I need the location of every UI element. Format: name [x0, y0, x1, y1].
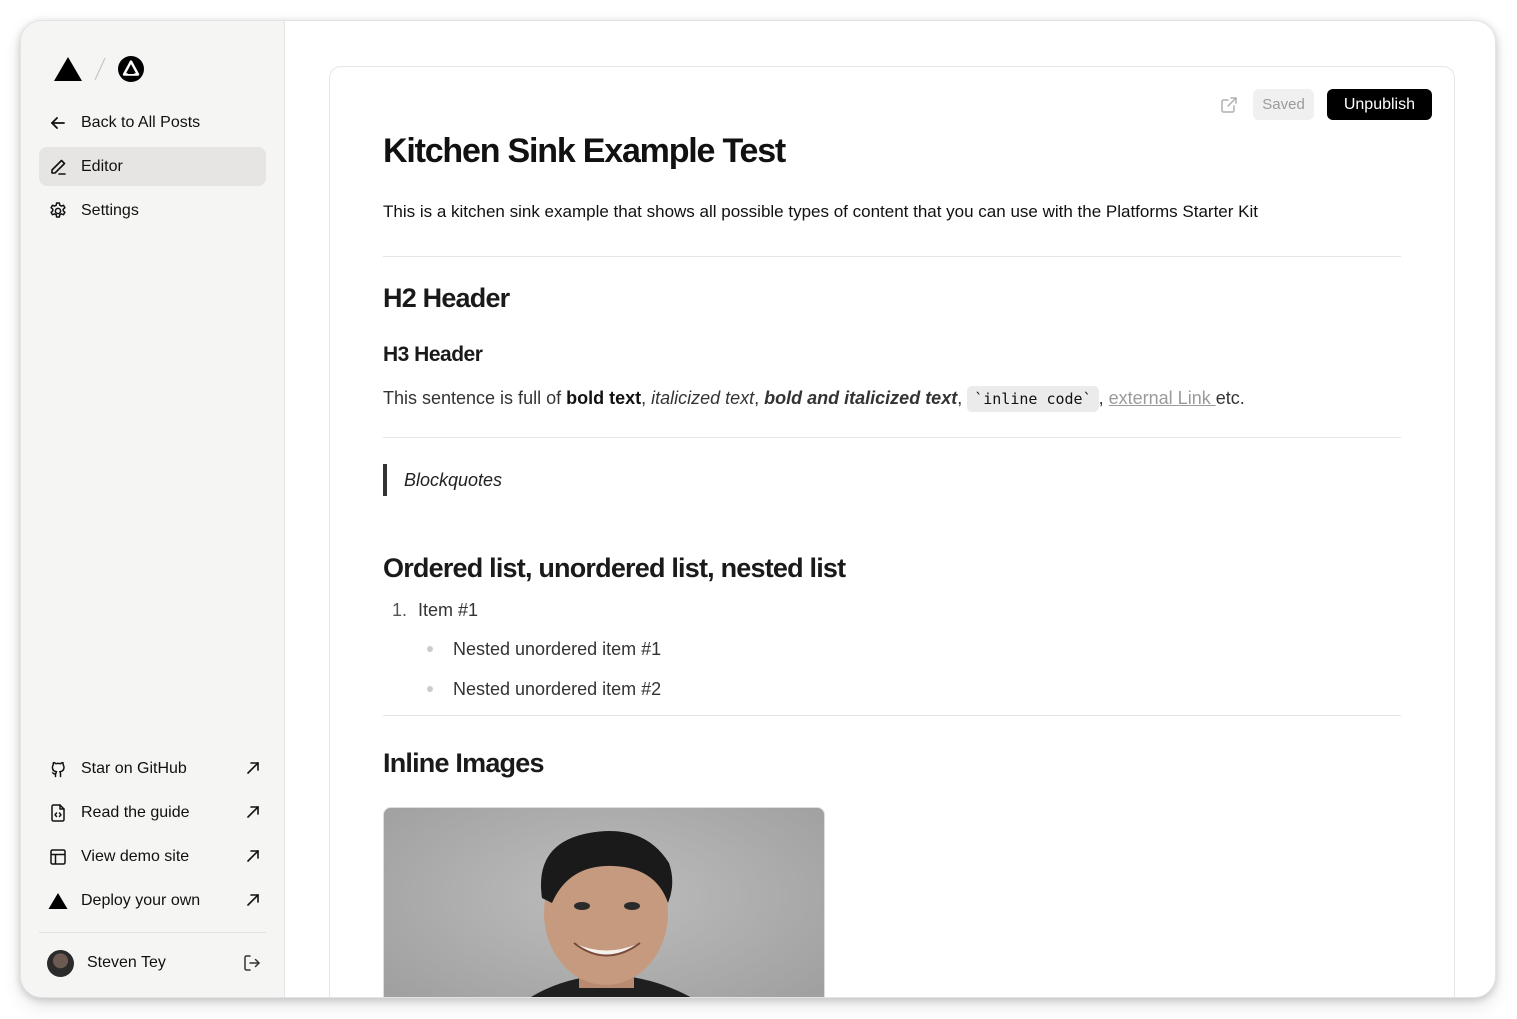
- post-title[interactable]: Kitchen Sink Example Test: [383, 129, 1401, 173]
- nested-list-item[interactable]: Nested unordered item #2: [383, 677, 1401, 701]
- sidebar-link-guide[interactable]: Read the guide: [39, 793, 266, 832]
- slash-divider-icon: [94, 57, 106, 81]
- h2-header[interactable]: H2 Header: [383, 281, 1401, 315]
- sentence-prefix: This sentence is full of: [383, 388, 567, 408]
- logout-icon[interactable]: [242, 953, 262, 973]
- images-heading[interactable]: Inline Images: [383, 746, 1401, 780]
- editor-card: Saved Unpublish Kitchen Sink Example Tes…: [329, 66, 1455, 997]
- pen-icon: [48, 157, 68, 177]
- sidebar-link-label: Deploy your own: [81, 891, 201, 909]
- portrait-photo: [384, 808, 824, 997]
- lists-heading[interactable]: Ordered list, unordered list, nested lis…: [383, 551, 1401, 585]
- inline-code: `inline code`: [967, 386, 1099, 412]
- bold-italic-text: bold and italicized text: [764, 388, 958, 408]
- sidebar-link-github[interactable]: Star on GitHub: [39, 749, 266, 788]
- formatted-sentence[interactable]: This sentence is full of bold text, ital…: [383, 385, 1401, 412]
- h3-header[interactable]: H3 Header: [383, 341, 1401, 369]
- sidebar-link-label: Read the guide: [81, 803, 190, 821]
- external-link[interactable]: external Link: [1109, 388, 1216, 408]
- platforms-circle-logo[interactable]: [117, 55, 145, 83]
- arrow-up-right-icon: [247, 762, 259, 774]
- user-profile[interactable]: Steven Tey: [47, 948, 266, 978]
- arrow-up-right-icon: [247, 894, 259, 906]
- sentence-separator: ,: [957, 388, 968, 408]
- inline-image[interactable]: [383, 807, 825, 997]
- editor-toolbar: Saved Unpublish: [1219, 89, 1432, 120]
- vercel-triangle-logo[interactable]: [53, 56, 83, 82]
- arrow-up-right-icon: [247, 806, 259, 818]
- sentence-separator: ,: [754, 388, 765, 408]
- list-item-text: Item #1: [418, 599, 479, 620]
- layout-icon: [48, 847, 68, 867]
- sidebar-link-demo[interactable]: View demo site: [39, 837, 266, 876]
- list-item-text: Nested unordered item #1: [453, 638, 662, 659]
- sidebar-link-deploy[interactable]: Deploy your own: [39, 881, 266, 920]
- horizontal-rule: [383, 437, 1401, 438]
- arrow-left-icon: [48, 113, 68, 133]
- blockquote[interactable]: Blockquotes: [383, 464, 1401, 496]
- sidebar-item-label: Editor: [81, 157, 123, 175]
- bullet-icon: [427, 646, 433, 652]
- gear-icon: [48, 201, 68, 221]
- user-name: Steven Tey: [87, 954, 166, 971]
- sidebar-item-label: Settings: [81, 201, 139, 219]
- unpublish-button[interactable]: Unpublish: [1326, 89, 1432, 120]
- sidebar-link-label: View demo site: [81, 847, 190, 865]
- github-icon: [48, 759, 68, 779]
- sidebar-item-settings[interactable]: Settings: [39, 191, 266, 230]
- bold-text: bold text: [566, 388, 642, 408]
- sidebar-link-label: Star on GitHub: [81, 759, 187, 777]
- post-description[interactable]: This is a kitchen sink example that show…: [383, 201, 1401, 223]
- sidebar-nav: Back to All Posts Editor Settings: [39, 103, 266, 235]
- sidebar: Back to All Posts Editor Settings Star o…: [21, 21, 285, 997]
- sidebar-item-editor[interactable]: Editor: [39, 147, 266, 186]
- app-window: Back to All Posts Editor Settings Star o…: [20, 20, 1496, 998]
- nested-list-item[interactable]: Nested unordered item #1: [383, 637, 1401, 661]
- arrow-up-right-icon: [247, 850, 259, 862]
- external-open-icon[interactable]: [1219, 95, 1239, 115]
- list-item-text: Nested unordered item #2: [453, 678, 662, 699]
- saved-status-badge: Saved: [1253, 89, 1314, 120]
- sentence-suffix: etc.: [1215, 388, 1245, 408]
- sidebar-divider: [39, 932, 266, 933]
- italic-text: italicized text: [651, 388, 755, 408]
- sentence-separator: ,: [641, 388, 652, 408]
- sentence-separator: ,: [1098, 388, 1109, 408]
- bullet-icon: [427, 686, 433, 692]
- list-number: 1.: [392, 599, 408, 620]
- file-code-icon: [48, 803, 68, 823]
- triangle-icon: [48, 891, 68, 911]
- sidebar-item-label: Back to All Posts: [81, 113, 201, 131]
- avatar[interactable]: [47, 949, 74, 977]
- sidebar-links: Star on GitHub Read the guide View demo …: [39, 749, 266, 925]
- main-area: Saved Unpublish Kitchen Sink Example Tes…: [285, 21, 1495, 997]
- horizontal-rule: [383, 256, 1401, 257]
- logo-group: [53, 55, 145, 83]
- editor-content[interactable]: Kitchen Sink Example Test This is a kitc…: [383, 129, 1401, 997]
- ordered-list-item[interactable]: 1. Item #1: [383, 598, 1401, 622]
- horizontal-rule: [383, 715, 1401, 716]
- sidebar-item-back-to-posts[interactable]: Back to All Posts: [39, 103, 266, 142]
